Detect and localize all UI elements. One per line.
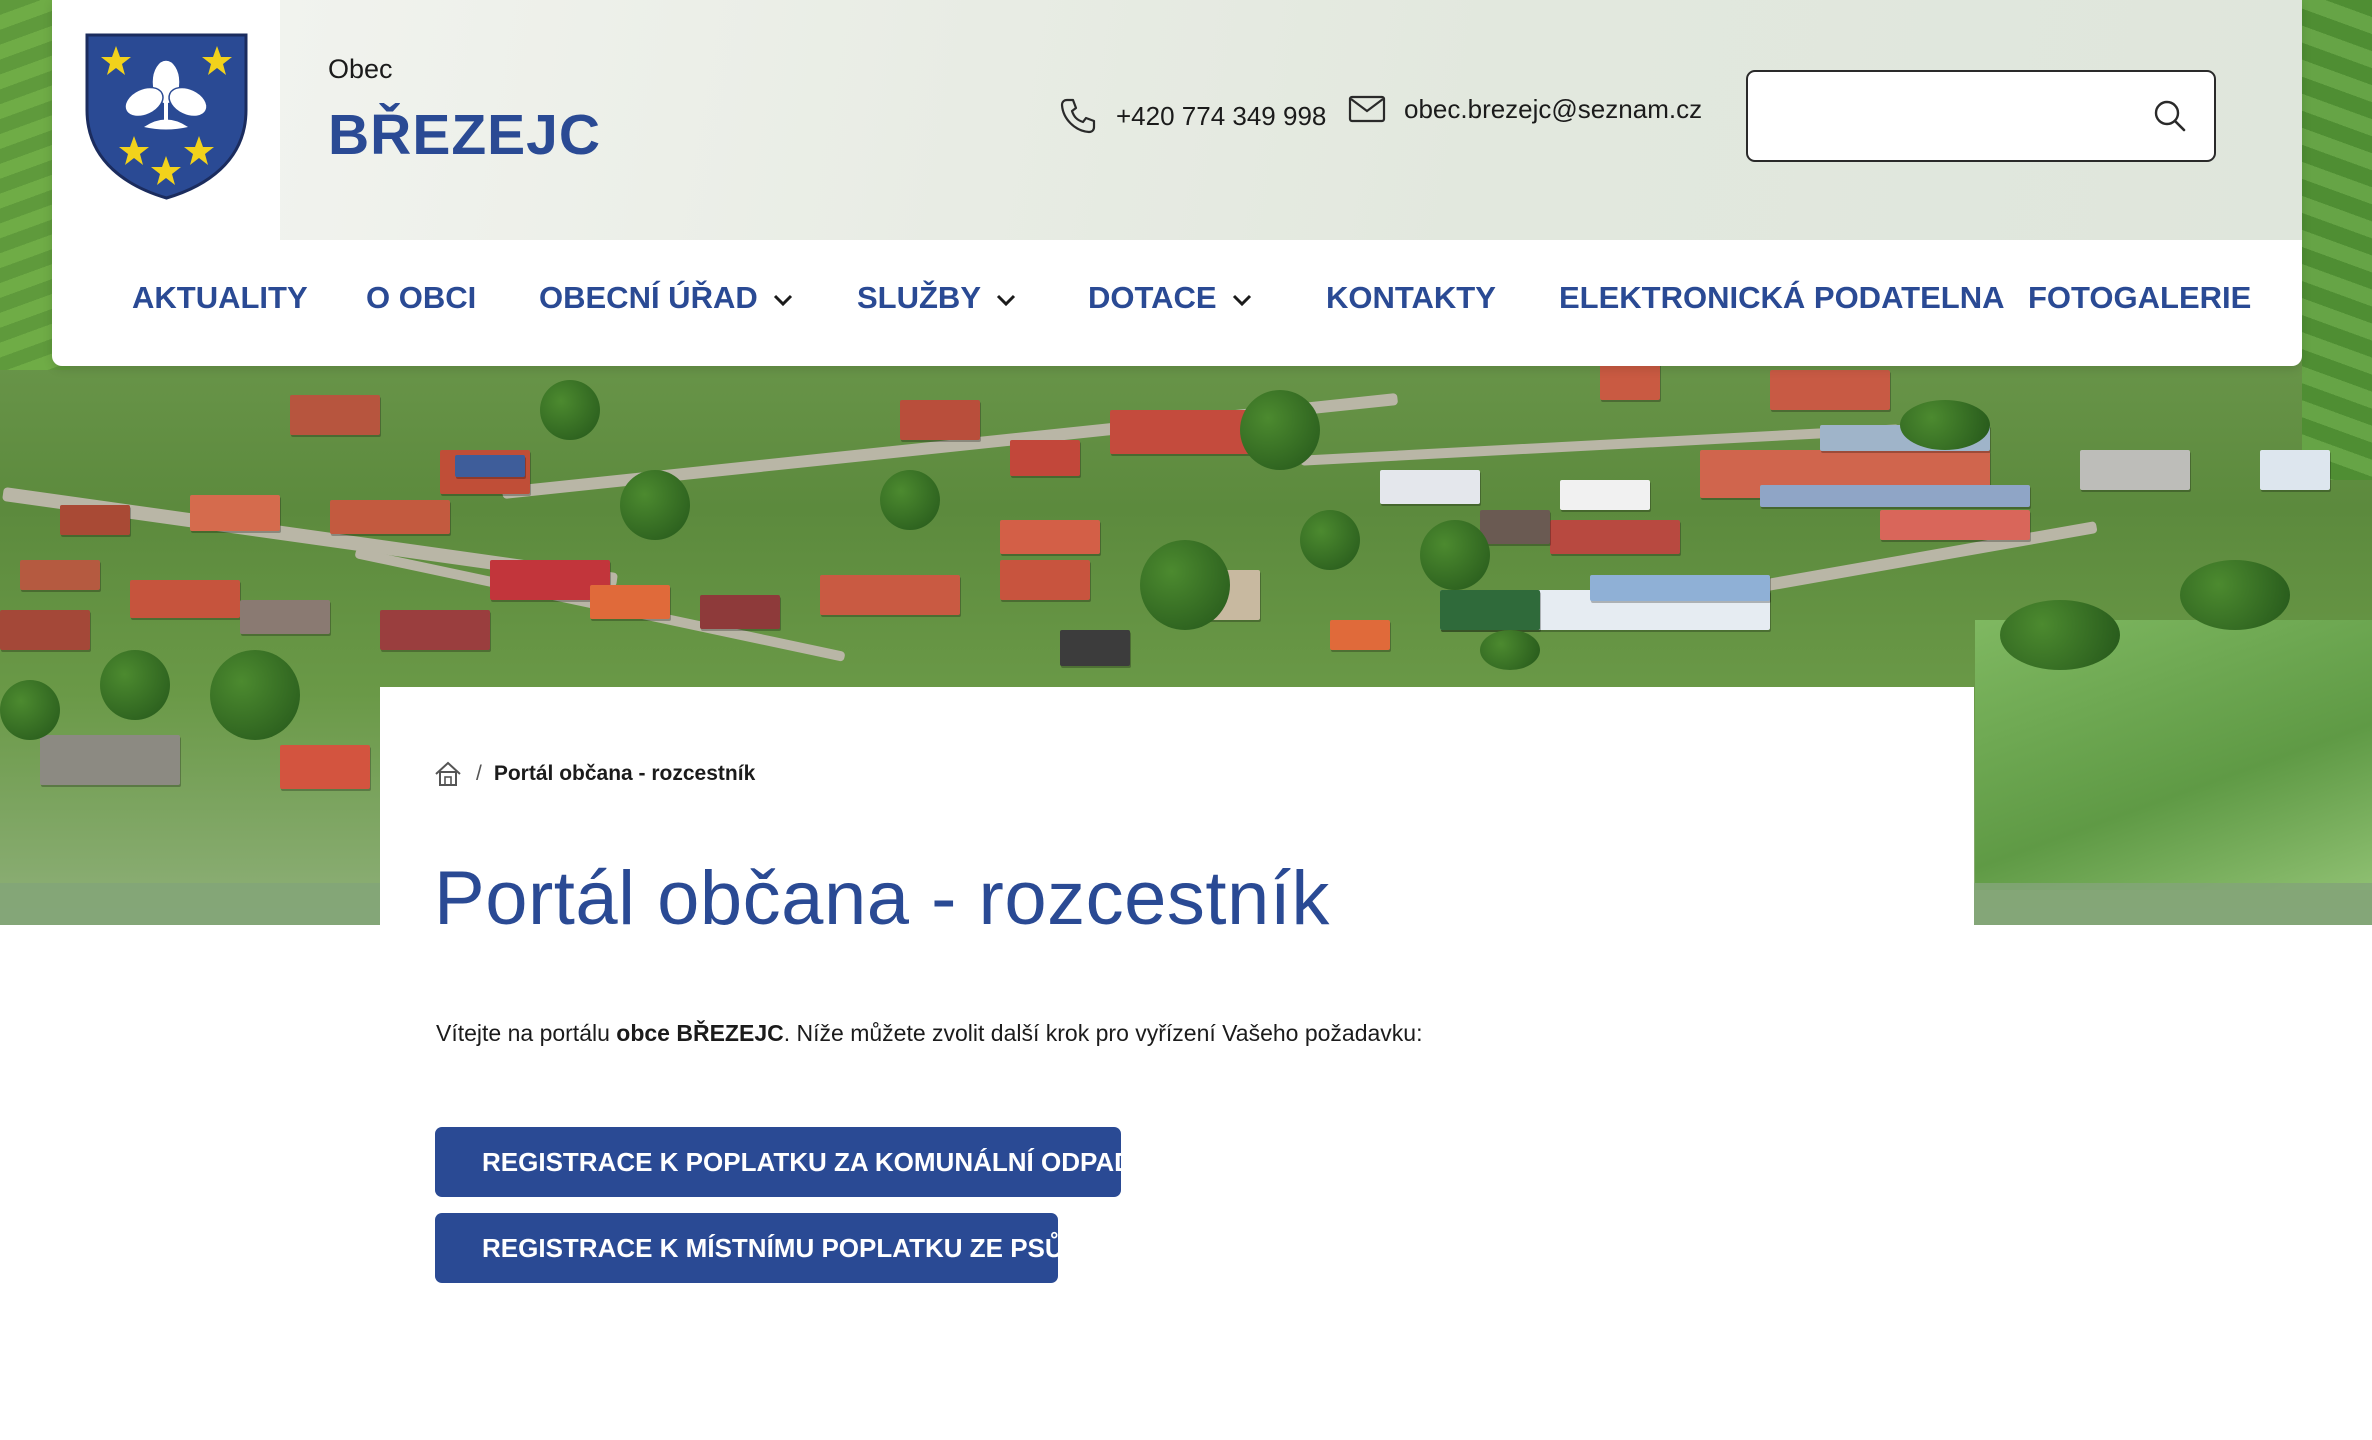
brand-subtitle: Obec [328,54,393,84]
mail-icon [1348,95,1386,123]
page-title: Portál občana - rozcestník [434,856,1330,941]
nav-label: KONTAKTY [1326,280,1496,315]
nav-label: AKTUALITY [132,280,308,315]
main-nav: AKTUALITY O OBCI OBECNÍ ÚŘAD SLUŽBY DOTA… [52,240,2302,366]
site-header: Obec BŘEZEJC +420 774 349 998 obec.breze… [52,0,2302,366]
nav-label: OBECNÍ ÚŘAD [539,280,758,315]
chevron-down-icon [996,294,1016,307]
button-label: REGISTRACE K POPLATKU ZA KOMUNÁLNÍ ODPAD [482,1146,1133,1177]
chevron-down-icon [1232,294,1251,307]
phone-contact[interactable]: +420 774 349 998 [1058,96,1326,136]
nav-elektronicka-podatelna[interactable]: ELEKTRONICKÁ PODATELNA [1559,280,2004,316]
breadcrumb-current: Portál občana - rozcestník [493,762,756,785]
breadcrumb: / Portál občana - rozcestník [434,761,755,787]
search-icon[interactable] [2152,98,2188,134]
breadcrumb-separator: / [476,762,482,785]
registration-waste-fee-button[interactable]: REGISTRACE K POPLATKU ZA KOMUNÁLNÍ ODPAD [435,1127,1133,1197]
phone-number: +420 774 349 998 [1116,100,1327,131]
nav-label: DOTACE [1088,280,1217,315]
nav-label: SLUŽBY [857,280,981,315]
main-content: / Portál občana - rozcestník Portál obča… [380,687,1974,1440]
search-input[interactable] [1768,72,2142,162]
email-address: obec.brezejc@seznam.cz [1404,93,1703,124]
nav-o-obci[interactable]: O OBCI [366,280,476,316]
coat-of-arms-icon [85,33,248,200]
nav-obecni-urad[interactable]: OBECNÍ ÚŘAD [539,280,794,316]
nav-aktuality[interactable]: AKTUALITY [132,280,308,316]
nav-label: O OBCI [366,280,477,315]
home-icon[interactable] [434,761,462,787]
intro-text-bold: obce BŘEZEJC [616,1020,784,1046]
brand-title: BŘEZEJC [328,103,602,167]
nav-label: ELEKTRONICKÁ PODATELNA [1559,280,2005,315]
nav-sluzby[interactable]: SLUŽBY [857,280,1017,316]
search-box[interactable] [1746,70,2216,162]
intro-text: Vítejte na portálu obce BŘEZEJC. Níže mů… [436,1020,1423,1047]
nav-label: FOTOGALERIE [2028,280,2252,315]
nav-kontakty[interactable]: KONTAKTY [1326,280,1496,316]
registration-dog-fee-button[interactable]: REGISTRACE K MÍSTNÍMU POPLATKU ZE PSŮ [435,1213,1064,1283]
logo-link[interactable] [52,0,280,240]
intro-text-after: . Níže můžete zvolit další krok pro vyří… [783,1020,1423,1046]
email-contact[interactable]: obec.brezejc@seznam.cz [1348,93,1702,125]
nav-dotace[interactable]: DOTACE [1088,280,1253,316]
button-label: REGISTRACE K MÍSTNÍMU POPLATKU ZE PSŮ [482,1232,1064,1263]
nav-fotogalerie[interactable]: FOTOGALERIE [2028,280,2251,316]
phone-icon [1060,98,1096,134]
chevron-down-icon [773,294,792,307]
intro-text-before: Vítejte na portálu [436,1020,617,1046]
